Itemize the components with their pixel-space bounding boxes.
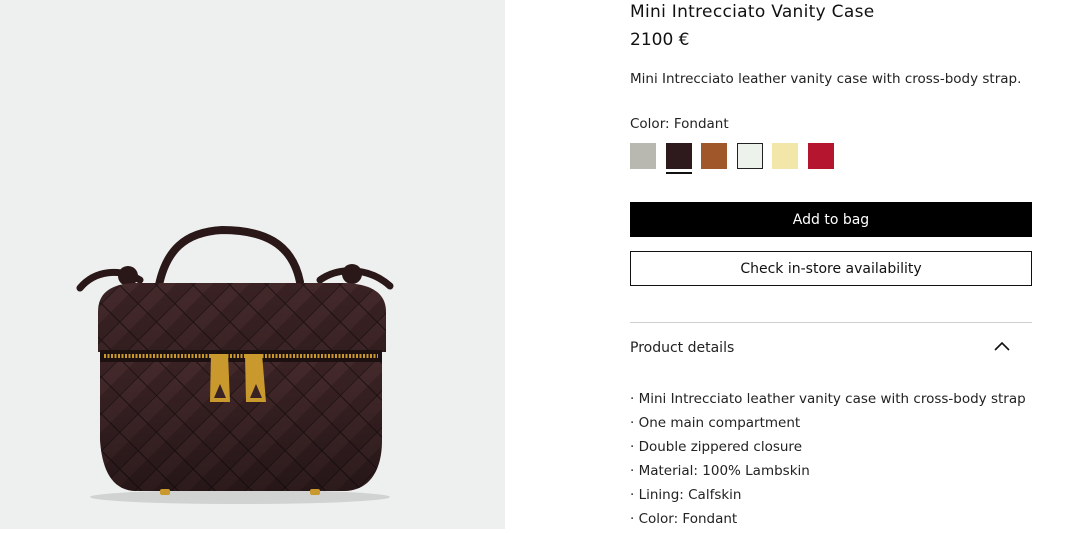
swatch-grey-chip[interactable] (630, 143, 656, 169)
swatch-caramel-chip[interactable] (701, 143, 727, 169)
swatch-caramel[interactable] (701, 143, 727, 175)
product-title: Mini Intrecciato Vanity Case (630, 2, 875, 22)
swatch-butter[interactable] (772, 143, 798, 175)
check-in-store-button[interactable]: Check in-store availability (630, 251, 1032, 286)
product-description: Mini Intrecciato leather vanity case wit… (630, 71, 1022, 87)
detail-item: · Double zippered closure (630, 439, 802, 455)
product-details-heading: Product details (630, 340, 735, 356)
detail-item: · Material: 100% Lambskin (630, 463, 810, 479)
product-image-pane (0, 0, 505, 529)
product-details-toggle[interactable]: Product details (630, 331, 1032, 367)
swatch-fondant[interactable] (665, 143, 692, 175)
product-image (76, 225, 394, 504)
detail-item: · Mini Intrecciato leather vanity case w… (630, 391, 1026, 407)
swatch-white-chip[interactable] (736, 143, 763, 169)
swatch-red-chip[interactable] (807, 143, 834, 169)
swatch-fondant-chip[interactable] (665, 143, 692, 169)
add-to-bag-button[interactable]: Add to bag (630, 202, 1032, 237)
detail-item: · Lining: Calfskin (630, 487, 742, 503)
chevron-up-icon (994, 341, 1010, 351)
selected-swatch-indicator (665, 172, 692, 174)
divider (630, 322, 1032, 323)
swatch-butter-chip[interactable] (772, 143, 798, 169)
swatch-grey[interactable] (630, 143, 656, 175)
swatch-red[interactable] (807, 143, 834, 175)
product-details-list: · Mini Intrecciato leather vanity case w… (630, 389, 1026, 533)
detail-item: · Color: Fondant (630, 511, 738, 527)
color-label: Color: Fondant (630, 116, 729, 132)
product-price: 2100 € (630, 30, 690, 50)
swatch-white[interactable] (736, 143, 763, 175)
detail-item: · One main compartment (630, 415, 801, 431)
